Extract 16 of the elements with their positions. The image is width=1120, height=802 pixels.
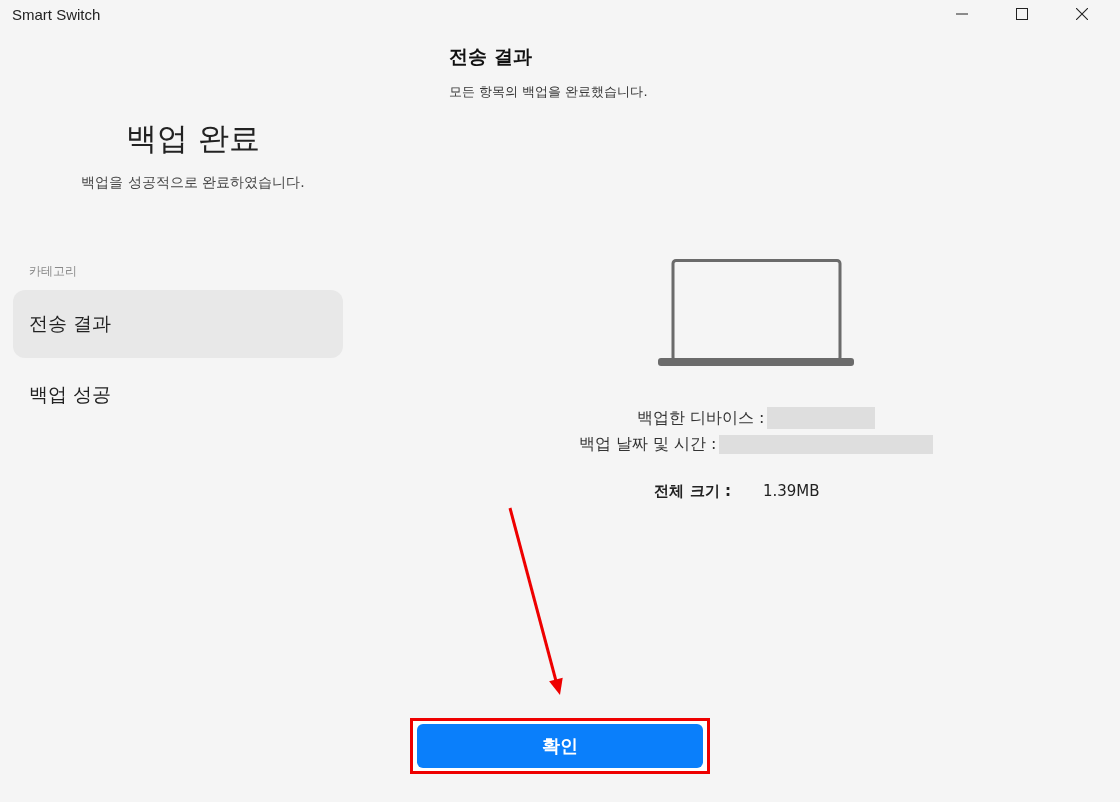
section-title: 전송 결과 <box>449 44 533 68</box>
window-title: Smart Switch <box>12 5 101 23</box>
page-subheading: 백업을 성공적으로 완료하였습니다. <box>81 173 305 192</box>
total-size-value: 1.39MB <box>762 482 820 500</box>
laptop-icon <box>658 259 854 366</box>
close-icon <box>1076 8 1088 20</box>
sidebar-item[interactable]: 백업 성공 <box>13 361 343 429</box>
sidebar-item[interactable]: 전송 결과 <box>13 290 343 358</box>
category-label: 카테고리 <box>29 263 77 280</box>
maximize-icon <box>1016 8 1028 20</box>
section-subtitle: 모든 항목의 백업을 완료했습니다. <box>449 83 649 101</box>
page-heading: 백업 완료 <box>126 119 260 157</box>
confirm-button[interactable]: 확인 <box>417 724 703 768</box>
detail-label: 백업 날짜 및 시간 : <box>578 433 717 455</box>
total-size-label: 전체 크기 : <box>654 481 731 501</box>
detail-label: 백업한 디바이스 : <box>636 407 765 429</box>
